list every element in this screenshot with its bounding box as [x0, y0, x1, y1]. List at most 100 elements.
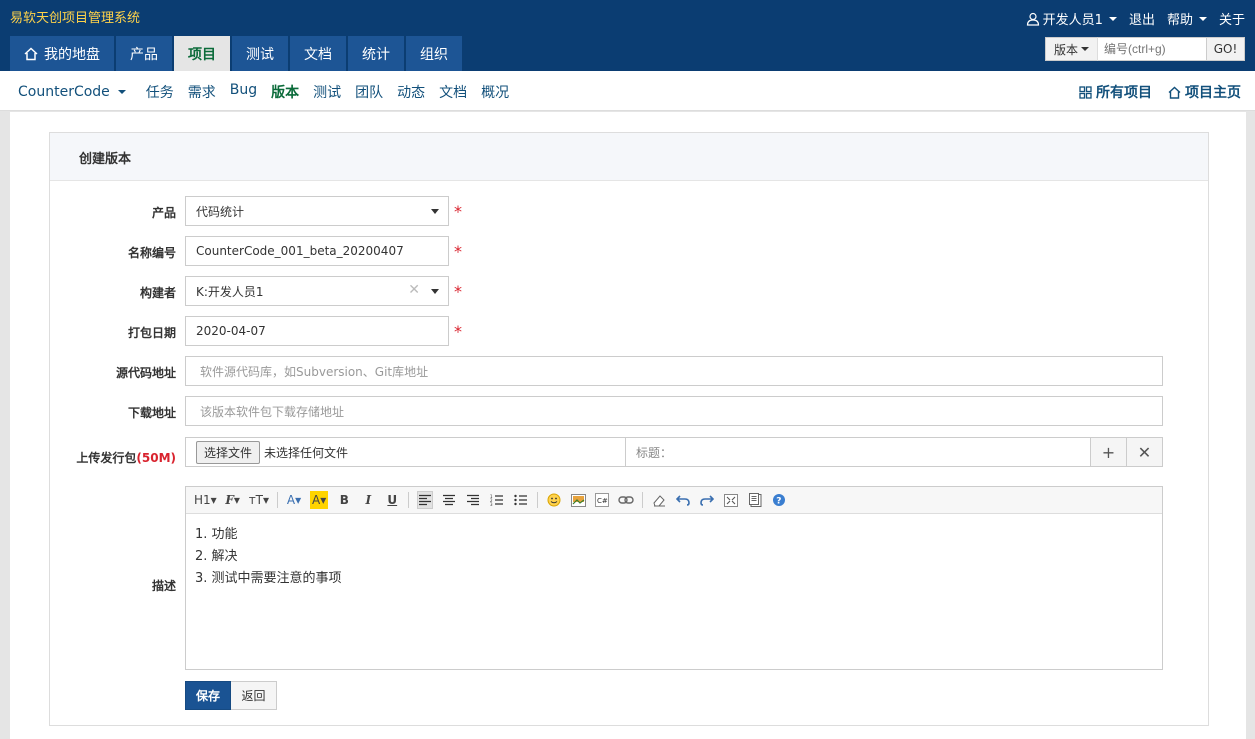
editor-content[interactable]: 1. 功能 2. 解决 3. 测试中需要注意的事项: [186, 514, 1162, 600]
subnav-item-doc[interactable]: 文档: [439, 82, 467, 102]
product-label: 产品: [151, 206, 176, 220]
chevron-down-icon: [1198, 16, 1207, 21]
subnav-item-task[interactable]: 任务: [146, 82, 174, 102]
main-content: 创建版本 产品 代码统计 * 名称编号 CounterCode_001_beta…: [10, 112, 1246, 739]
toolbar-divider: [277, 492, 279, 508]
tab-qa[interactable]: 测试: [232, 36, 288, 71]
desc-line: 1. 功能: [195, 527, 238, 542]
search-type-dropdown[interactable]: 版本: [1045, 37, 1097, 61]
template-icon[interactable]: [747, 491, 763, 509]
save-button[interactable]: 保存: [185, 681, 231, 710]
svg-text:C#: C#: [597, 497, 608, 505]
desc-line: 3. 测试中需要注意的事项: [195, 571, 342, 586]
desc-line: 2. 解决: [195, 549, 238, 564]
fullscreen-icon[interactable]: [723, 491, 739, 509]
italic-icon[interactable]: I: [360, 491, 376, 509]
tab-product[interactable]: 产品: [116, 36, 172, 71]
bold-icon[interactable]: B: [336, 491, 352, 509]
font-color-icon[interactable]: A▾: [286, 491, 302, 509]
about-link[interactable]: 关于: [1219, 9, 1245, 28]
search-box: 版本 GO!: [1045, 37, 1245, 61]
subnav-item-build[interactable]: 版本: [271, 82, 299, 102]
help-icon[interactable]: ?: [771, 491, 787, 509]
date-row: 打包日期 2020-04-07 *: [50, 316, 1210, 346]
svg-text:?: ?: [776, 497, 781, 507]
tab-my[interactable]: 我的地盘: [10, 36, 114, 71]
subnav-item-test[interactable]: 测试: [313, 82, 341, 102]
product-value: 代码统计: [196, 204, 245, 219]
scm-label: 源代码地址: [115, 366, 176, 380]
code-icon[interactable]: C#: [594, 491, 610, 509]
subnav-item-dynamic[interactable]: 动态: [397, 82, 425, 102]
close-icon: ✕: [1137, 442, 1152, 462]
top-user-menu: 开发人员1 退出 帮助 关于: [1026, 9, 1245, 28]
unordered-list-icon[interactable]: [513, 491, 529, 509]
all-projects-link[interactable]: 所有项目: [1079, 82, 1152, 102]
tab-report[interactable]: 统计: [348, 36, 404, 71]
image-icon[interactable]: [570, 491, 586, 509]
chevron-down-icon: [1081, 47, 1089, 51]
clear-icon[interactable]: ✕: [408, 282, 420, 298]
download-input[interactable]: 该版本软件包下载存储地址: [185, 396, 1163, 426]
font-family-icon[interactable]: F▾: [225, 491, 241, 509]
font-size-icon[interactable]: тT▾: [249, 491, 269, 509]
scm-row: 源代码地址 软件源代码库，如Subversion、Git库地址: [50, 356, 1210, 386]
project-home-link[interactable]: 项目主页: [1168, 82, 1241, 102]
project-switcher[interactable]: CounterCode: [18, 82, 126, 102]
subnav-item-view[interactable]: 概况: [481, 82, 509, 102]
chevron-down-icon: [1108, 16, 1117, 21]
link-icon[interactable]: [618, 491, 634, 509]
subnav-item-bug[interactable]: Bug: [230, 82, 257, 102]
heading-icon[interactable]: H1▾: [194, 491, 217, 509]
panel-title: 创建版本: [50, 133, 1208, 181]
product-select[interactable]: 代码统计: [185, 196, 449, 226]
builder-value: K:开发人员1: [196, 284, 264, 299]
chevron-down-icon: [431, 209, 439, 214]
help-menu[interactable]: 帮助: [1167, 9, 1207, 28]
subnav-item-team[interactable]: 团队: [355, 82, 383, 102]
add-file-button[interactable]: +: [1090, 438, 1126, 466]
name-input[interactable]: CounterCode_001_beta_20200407: [185, 236, 449, 266]
ordered-list-icon[interactable]: 123: [489, 491, 505, 509]
eraser-icon[interactable]: [651, 491, 667, 509]
scm-input[interactable]: 软件源代码库，如Subversion、Git库地址: [185, 356, 1163, 386]
align-left-icon[interactable]: [417, 491, 434, 509]
underline-icon[interactable]: U: [384, 491, 400, 509]
download-row: 下载地址 该版本软件包下载存储地址: [50, 396, 1210, 426]
emoticon-icon[interactable]: [546, 491, 562, 509]
undo-icon[interactable]: [675, 491, 691, 509]
highlight-icon[interactable]: A▾: [310, 491, 329, 509]
choose-file-button[interactable]: 选择文件: [196, 440, 261, 464]
help-label: 帮助: [1166, 13, 1193, 28]
tab-doc[interactable]: 文档: [290, 36, 346, 71]
align-right-icon[interactable]: [465, 491, 481, 509]
project-name: CounterCode: [18, 84, 110, 100]
editor-toolbar: H1▾ F▾ тT▾ A▾ A▾ B I U 1 2 3 C# ?: [186, 487, 1162, 514]
chevron-down-icon: [117, 90, 126, 94]
subnav-item-story[interactable]: 需求: [188, 82, 216, 102]
file-title-input[interactable]: 标题：: [626, 438, 1090, 466]
logout-link[interactable]: 退出: [1129, 9, 1155, 28]
product-row: 产品 代码统计 *: [50, 196, 1210, 226]
chevron-down-icon: [431, 289, 439, 294]
toolbar-divider: [408, 492, 410, 508]
required-mark: *: [454, 202, 462, 221]
search-input[interactable]: [1097, 37, 1207, 61]
grid-icon: [1079, 85, 1092, 99]
user-menu[interactable]: 开发人员1: [1026, 9, 1117, 28]
align-center-icon[interactable]: [441, 491, 457, 509]
tab-project[interactable]: 项目: [174, 36, 230, 71]
svg-text:3: 3: [490, 502, 493, 506]
tab-company[interactable]: 组织: [406, 36, 462, 71]
name-row: 名称编号 CounterCode_001_beta_20200407 *: [50, 236, 1210, 266]
file-picker: 选择文件 未选择任何文件: [186, 438, 626, 466]
back-button[interactable]: 返回: [231, 681, 277, 710]
required-mark: *: [454, 242, 462, 261]
search-go-button[interactable]: GO!: [1207, 37, 1245, 61]
date-input[interactable]: 2020-04-07: [185, 316, 449, 346]
tab-label: 我的地盘: [44, 46, 100, 63]
redo-icon[interactable]: [699, 491, 715, 509]
upload-limit: (50M): [136, 451, 176, 465]
builder-select[interactable]: K:开发人员1 ✕: [185, 276, 449, 306]
remove-file-button[interactable]: ✕: [1126, 438, 1162, 466]
